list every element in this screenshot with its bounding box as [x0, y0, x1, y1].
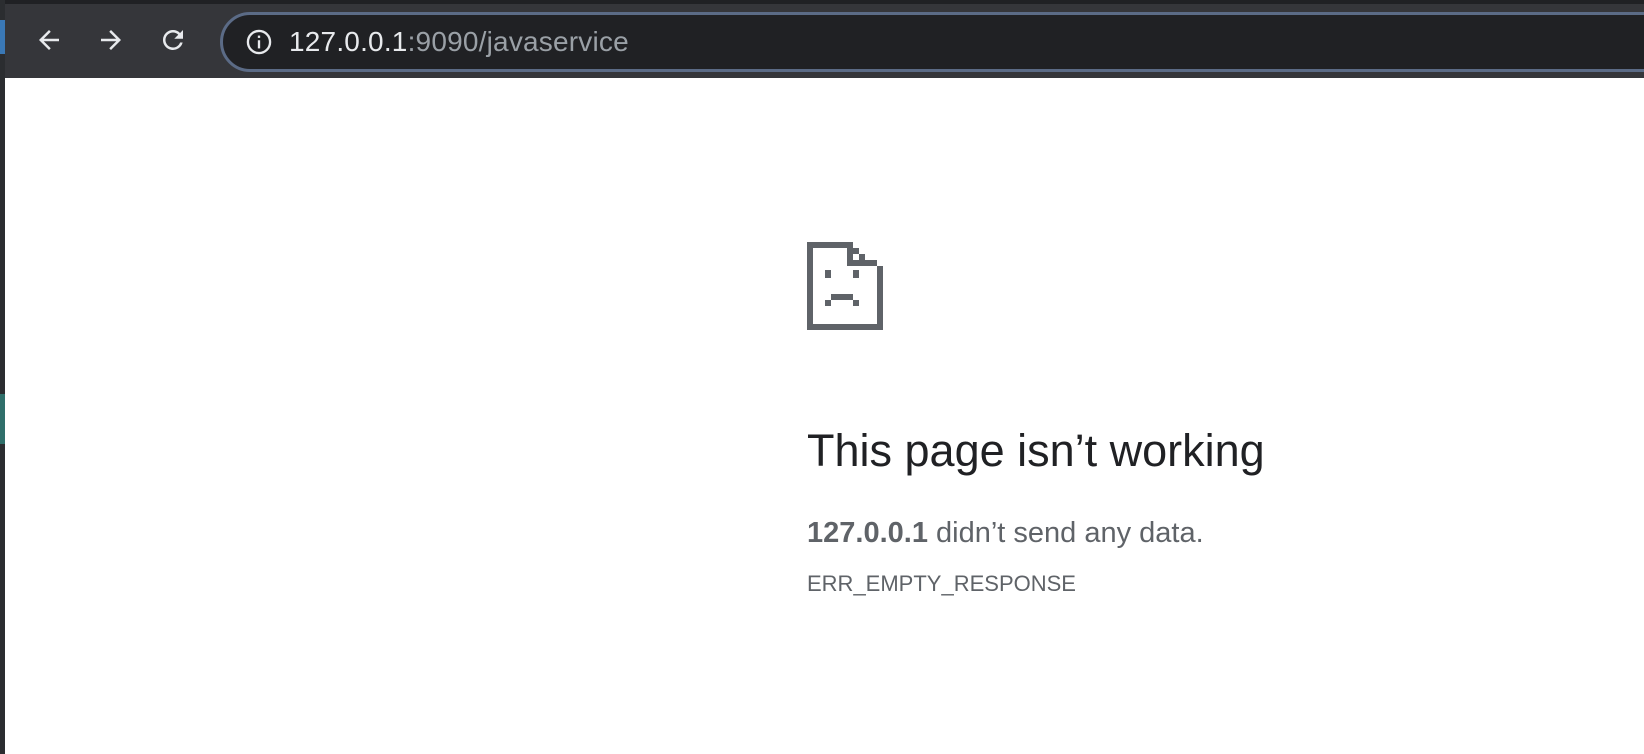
browser-toolbar: 127.0.0.1:9090/javaservice	[5, 0, 1644, 78]
sad-file-icon	[807, 242, 883, 330]
error-message: didn’t send any data.	[927, 517, 1204, 549]
url-text[interactable]: 127.0.0.1:9090/javaservice	[289, 26, 629, 58]
info-icon[interactable]	[245, 28, 273, 56]
arrow-left-icon	[39, 30, 59, 50]
reload-button[interactable]	[153, 20, 193, 60]
address-bar[interactable]: 127.0.0.1:9090/javaservice	[220, 12, 1644, 72]
error-description: 127.0.0.1 didn’t send any data.	[807, 517, 1204, 550]
error-host: 127.0.0.1	[807, 517, 928, 549]
reload-icon	[162, 29, 183, 50]
back-button[interactable]	[29, 20, 69, 60]
page-content	[5, 78, 1644, 754]
url-path: :9090/javaservice	[407, 26, 629, 57]
url-host: 127.0.0.1	[289, 26, 408, 57]
error-code: ERR_EMPTY_RESPONSE	[807, 571, 1076, 596]
arrow-right-icon	[101, 30, 121, 50]
error-title: This page isn’t working	[807, 425, 1265, 476]
forward-button[interactable]	[91, 20, 131, 60]
